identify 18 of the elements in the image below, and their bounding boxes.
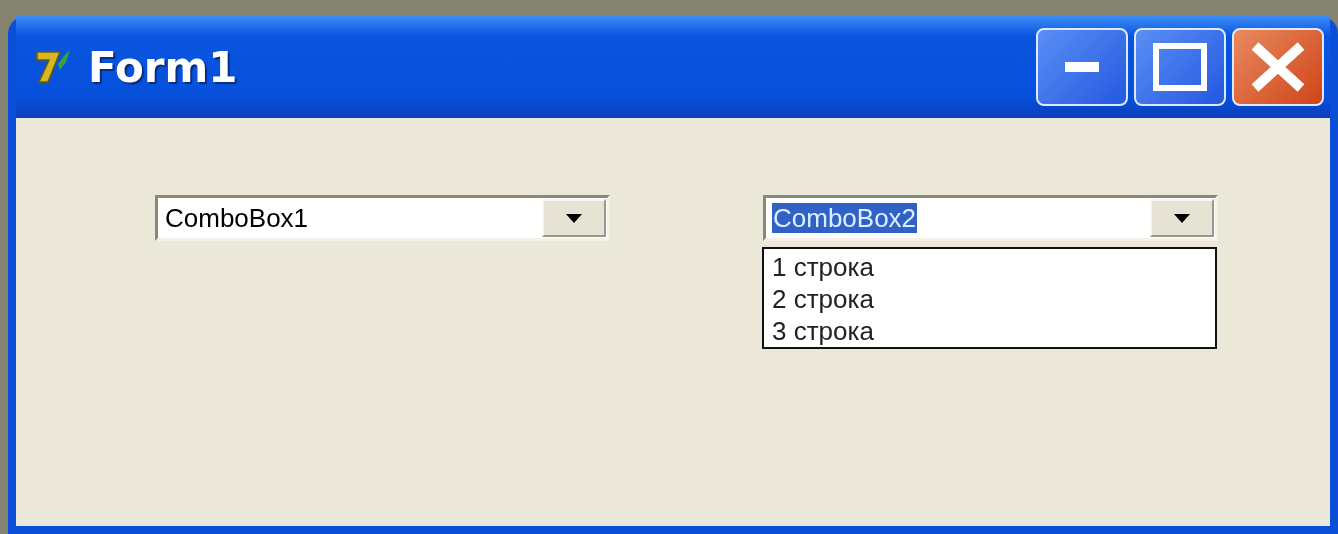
list-item[interactable]: 1 строка: [772, 251, 874, 283]
maximize-button[interactable]: [1134, 28, 1226, 106]
combo-box[interactable]: ComboBox1: [155, 195, 610, 241]
minimize-button[interactable]: [1036, 28, 1128, 106]
maximize-icon: [1153, 43, 1207, 91]
list-item[interactable]: 3 строка: [772, 315, 874, 347]
minimize-icon: [1065, 62, 1099, 72]
list-item[interactable]: 2 строка: [772, 283, 874, 315]
combo-box[interactable]: ComboBox2: [763, 195, 1218, 241]
combo-value: ComboBox2: [772, 203, 918, 233]
window-title: Form1: [88, 42, 239, 92]
dropdown-button[interactable]: [1150, 199, 1214, 237]
combo-value: ComboBox1: [164, 203, 310, 233]
close-button[interactable]: [1232, 28, 1324, 106]
caret-icon: [566, 213, 582, 223]
dropdown-button[interactable]: [542, 199, 606, 237]
close-icon: [1250, 41, 1306, 93]
caret-icon: [1174, 213, 1190, 223]
